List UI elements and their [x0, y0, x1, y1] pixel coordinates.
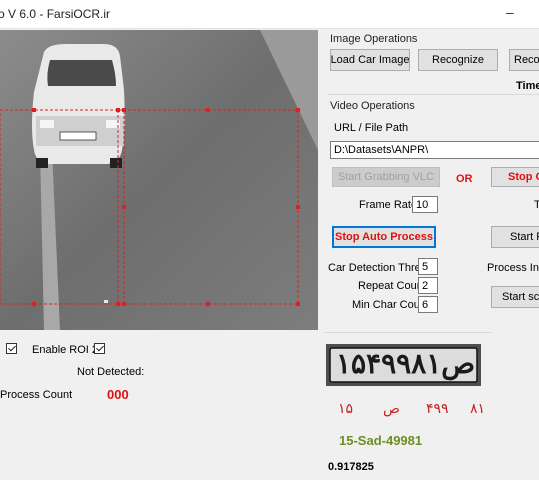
video-operations-label: Video Operations [330, 100, 415, 112]
repeat-count-input[interactable]: 2 [418, 277, 438, 294]
process-count-value: 000 [107, 387, 129, 402]
frame-rate-label: Frame Rate [359, 199, 418, 211]
recognize-alt-button[interactable]: Recog [509, 49, 539, 71]
not-detected-label: Not Detected: [77, 366, 145, 378]
start-grabbing-vlc-button[interactable]: Start Grabbing VLC [332, 167, 440, 187]
process-interval-label: Process Inter [487, 262, 539, 274]
window-title: o V 6.0 - FarsiOCR.ir [0, 7, 111, 21]
or-label: OR [456, 173, 473, 185]
url-label: URL / File Path [334, 122, 409, 134]
t-label: T [534, 199, 539, 211]
video-preview [0, 30, 318, 330]
stop-auto-process-button[interactable]: Stop Auto Process [332, 226, 436, 248]
enable-roi-2-label: Enable ROI 2 [32, 344, 99, 356]
start-process-button[interactable]: Start Pr [491, 226, 539, 248]
plate-char-2: ص [383, 400, 400, 416]
car-detection-thresh-input[interactable]: 5 [418, 258, 438, 275]
min-char-count-input[interactable]: 6 [418, 296, 438, 313]
load-car-image-button[interactable]: Load Car Image [330, 49, 410, 71]
image-operations-label: Image Operations [330, 33, 418, 45]
repeat-count-label: Repeat Count [358, 280, 426, 292]
enable-roi-1-checkbox[interactable] [6, 343, 17, 354]
car [32, 44, 125, 168]
car-detection-thresh-label: Car Detection Thresh [328, 262, 433, 274]
enable-roi-2-checkbox[interactable] [94, 343, 105, 354]
plate-image: ۱۵ص۴۹۹۸۱ [326, 344, 481, 386]
plate-text: ۱۵ص۴۹۹۸۱ [336, 348, 476, 379]
plate-latin-text: 15-Sad-49981 [339, 433, 423, 448]
plate-char-3: ۴۹۹ [426, 400, 449, 416]
process-count-label: Process Count [0, 389, 73, 401]
stop-grabbing-button[interactable]: Stop G [491, 167, 539, 187]
recognize-button[interactable]: Recognize [418, 49, 498, 71]
minimize-button[interactable]: – [506, 4, 514, 20]
frame-rate-input[interactable]: 10 [412, 196, 438, 213]
time-label: Time [516, 80, 539, 92]
url-input[interactable]: D:\Datasets\ANPR\ [330, 141, 539, 159]
plate-char-1: ۱۵ [338, 400, 354, 416]
plate-char-4: ۸۱ [470, 400, 486, 416]
confidence-value: 0.917825 [328, 461, 374, 473]
group-divider [328, 94, 539, 95]
title-bar: o V 6.0 - FarsiOCR.ir – [0, 0, 539, 29]
road-scene [0, 30, 318, 330]
start-scene-button[interactable]: Start scen [491, 286, 539, 308]
result-divider [324, 332, 492, 333]
